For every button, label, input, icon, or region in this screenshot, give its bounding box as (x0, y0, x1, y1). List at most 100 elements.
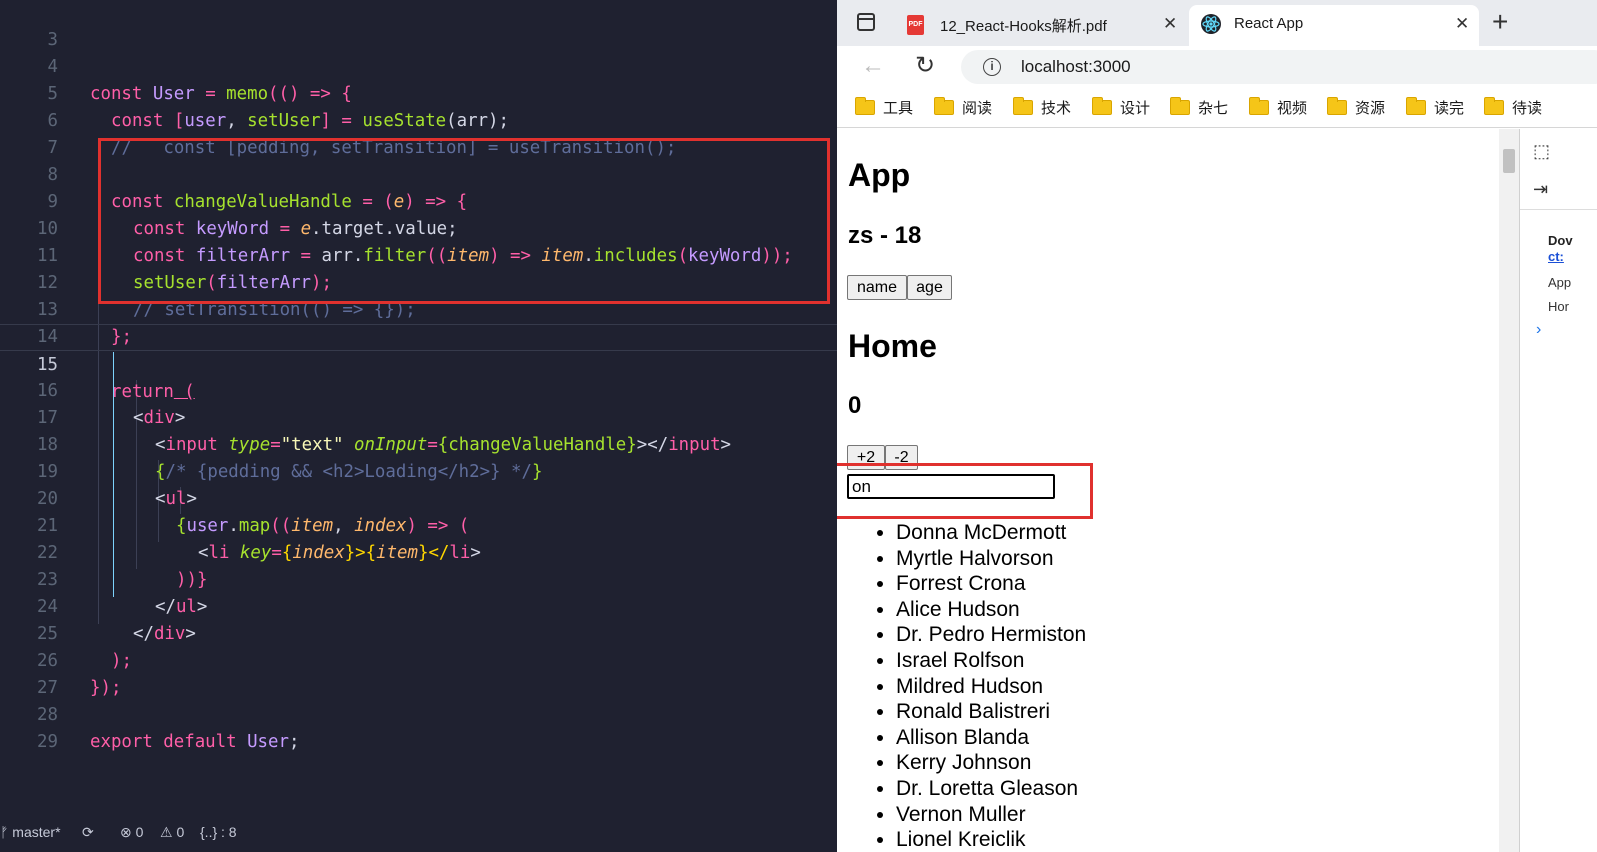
app-heading: App (848, 157, 911, 193)
bookmark-folder[interactable]: 阅读 (934, 97, 992, 119)
tab-title: 12_React-Hooks解析.pdf (940, 18, 1107, 35)
sync-icon[interactable]: ⟳ (82, 824, 94, 841)
tab-react-app[interactable]: React App ✕ (1189, 5, 1479, 46)
code-line: 25 ); (0, 594, 837, 671)
warnings-count[interactable]: ⚠ 0 (160, 824, 184, 841)
folder-icon (1484, 97, 1504, 115)
react-logo-icon (1201, 14, 1221, 34)
folder-icon (1327, 97, 1347, 115)
code-line: 19 <ul> (0, 432, 837, 509)
token: export default (90, 732, 237, 752)
code-line: 29 (0, 702, 837, 752)
close-tab-icon[interactable]: ✕ (1455, 14, 1469, 34)
tab-pdf[interactable]: PDF 12_React-Hooks解析.pdf ✕ (897, 5, 1187, 46)
bookmark-folder[interactable]: 工具 (855, 97, 913, 119)
folder-icon (1249, 97, 1269, 115)
folder-icon (934, 97, 954, 115)
bookmark-folder[interactable]: 读完 (1406, 97, 1464, 119)
browser-window: PDF 12_React-Hooks解析.pdf ✕ React App ✕ +… (837, 0, 1597, 852)
code-line: 17 <input type="text" onInput={changeVal… (0, 378, 837, 455)
code-line: 6 // const [pedding, setTransition] = us… (0, 81, 837, 158)
devtools-link[interactable]: ct: (1548, 249, 1564, 264)
code-highlight-box (98, 138, 830, 304)
folder-icon (1092, 97, 1112, 115)
folder-icon (1406, 97, 1426, 115)
user-info-heading: zs - 18 (848, 222, 922, 249)
tab-actions-icon[interactable] (857, 13, 875, 31)
status-bar: ᚠ master* ⟳ ⊗ 0 ⚠ 0 {..} : 8 (0, 821, 837, 852)
device-toggle-icon[interactable]: ⇥ (1533, 179, 1548, 200)
bookmark-label: 读完 (1434, 100, 1465, 117)
bookmark-folder[interactable]: 视频 (1249, 97, 1307, 119)
list-item: Dr. Pedro Hermiston (896, 622, 1086, 648)
tab-bar: PDF 12_React-Hooks解析.pdf ✕ React App ✕ + (837, 0, 1597, 46)
token: ; (288, 732, 300, 752)
address-text: localhost:3000 (1021, 57, 1131, 76)
bookmark-label: 杂七 (1198, 100, 1229, 117)
json-indicator[interactable]: {..} : 8 (200, 824, 237, 840)
code-text: export default User; (90, 729, 299, 756)
bookmark-folder[interactable]: 待读 (1484, 97, 1542, 119)
list-item: Donna McDermott (896, 520, 1086, 546)
list-item: Mildred Hudson (896, 674, 1086, 700)
code-line: 22 ))} (0, 513, 837, 590)
bookmark-label: 视频 (1277, 100, 1308, 117)
bookmark-label: 待读 (1512, 100, 1543, 117)
code-line: 3 (0, 0, 837, 50)
list-item: Israel Rolfson (896, 648, 1086, 674)
address-bar[interactable]: i localhost:3000 (961, 50, 1597, 84)
list-item: Ronald Balistreri (896, 699, 1086, 725)
page-content: App zs - 18 name age Home 0 +2 -2 on Don… (837, 129, 1499, 852)
branch-indicator[interactable]: ᚠ master* (0, 824, 61, 840)
age-button[interactable]: age (907, 275, 952, 300)
line-number: 29 (37, 732, 58, 752)
list-item: Kerry Johnson (896, 750, 1086, 776)
inspect-icon[interactable]: ⬚ (1533, 141, 1550, 162)
errors-count[interactable]: ⊗ 0 (120, 824, 143, 841)
name-button[interactable]: name (847, 275, 907, 300)
bookmark-folder[interactable]: 杂七 (1170, 97, 1228, 119)
user-list: Donna McDermott Myrtle Halvorson Forrest… (896, 520, 1086, 852)
code-line: 26 }); (0, 621, 837, 698)
code-line: 23 </ul> (0, 540, 837, 617)
home-heading: Home (848, 328, 937, 364)
devtools-text: App (1548, 275, 1572, 290)
list-item: Vernon Muller (896, 802, 1086, 828)
back-icon[interactable]: ← (861, 52, 885, 80)
devtools-text: Dov (1548, 233, 1573, 248)
code-line: 5 const [user, setUser] = useState(arr); (0, 54, 837, 131)
devtools-panel: ⬚ ⇥ Dov ct: App Hor › (1519, 129, 1597, 852)
branch-name: master* (12, 824, 61, 840)
close-tab-icon[interactable]: ✕ (1163, 14, 1177, 34)
folder-icon (1170, 97, 1190, 115)
page-scrollbar[interactable] (1499, 129, 1519, 852)
code-line: 4 const User = memo(() => { (0, 27, 837, 104)
info-icon[interactable]: i (983, 58, 1001, 76)
count-heading: 0 (848, 392, 862, 419)
bookmark-label: 设计 (1120, 100, 1151, 117)
code-line: 18 {/* {pedding && <h2>Loading</h2>} */} (0, 405, 837, 482)
code-editor[interactable]: 3 4 const User = memo(() => { 5 const [u… (0, 0, 837, 852)
code-line: 20 {user.map((item, index) => ( (0, 459, 837, 536)
code-line: 16 <div> (0, 351, 837, 428)
chevron-right-icon[interactable]: › (1536, 321, 1541, 339)
scroll-thumb[interactable] (1503, 149, 1515, 173)
bookmark-folder[interactable]: 技术 (1013, 97, 1071, 119)
list-item: Forrest Crona (896, 571, 1086, 597)
tab-title: React App (1234, 15, 1304, 32)
pdf-icon: PDF (907, 15, 924, 35)
folder-icon (1013, 97, 1033, 115)
list-item: Lionel Kreiclik (896, 827, 1086, 852)
new-tab-icon[interactable]: + (1492, 6, 1508, 38)
bookmark-label: 阅读 (962, 100, 993, 117)
browser-toolbar: ← ↻ i localhost:3000 (837, 46, 1597, 88)
code-line-current: 15 return ( (0, 324, 837, 402)
code-line: 27 (0, 648, 837, 698)
bookmark-folder[interactable]: 设计 (1092, 97, 1150, 119)
reload-icon[interactable]: ↻ (915, 51, 935, 80)
bookmark-folder[interactable]: 资源 (1327, 97, 1385, 119)
code-line: 7 (0, 108, 837, 158)
folder-icon (855, 97, 875, 115)
bookmarks-bar: 工具 阅读 技术 设计 杂七 视频 资源 读完 待读 (837, 88, 1597, 128)
list-item: Allison Blanda (896, 725, 1086, 751)
